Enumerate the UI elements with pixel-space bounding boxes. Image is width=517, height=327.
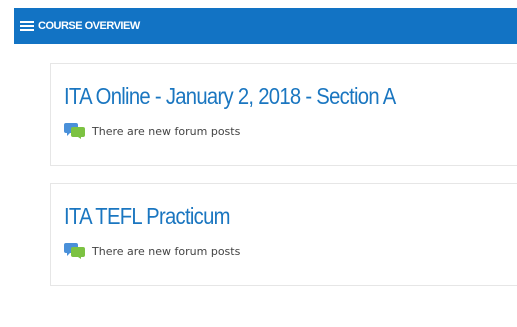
forum-notice-text: There are new forum posts bbox=[92, 244, 241, 258]
course-title-link[interactable]: ITA TEFL Practicum bbox=[64, 202, 463, 230]
forum-posts-icon[interactable] bbox=[64, 123, 86, 139]
course-overview-header: COURSE OVERVIEW bbox=[14, 8, 517, 44]
course-card: ITA TEFL Practicum There are new forum p… bbox=[50, 183, 517, 286]
forum-notice: There are new forum posts bbox=[64, 123, 517, 139]
forum-notice: There are new forum posts bbox=[64, 243, 517, 259]
course-card: ITA Online - January 2, 2018 - Section A… bbox=[50, 63, 517, 166]
course-overview-title: COURSE OVERVIEW bbox=[38, 20, 140, 32]
forum-notice-text: There are new forum posts bbox=[92, 124, 241, 138]
hamburger-menu-icon[interactable] bbox=[20, 20, 34, 32]
forum-posts-icon[interactable] bbox=[64, 243, 86, 259]
course-title-link[interactable]: ITA Online - January 2, 2018 - Section A bbox=[64, 82, 463, 110]
page: COURSE OVERVIEW ITA Online - January 2, … bbox=[0, 0, 517, 327]
